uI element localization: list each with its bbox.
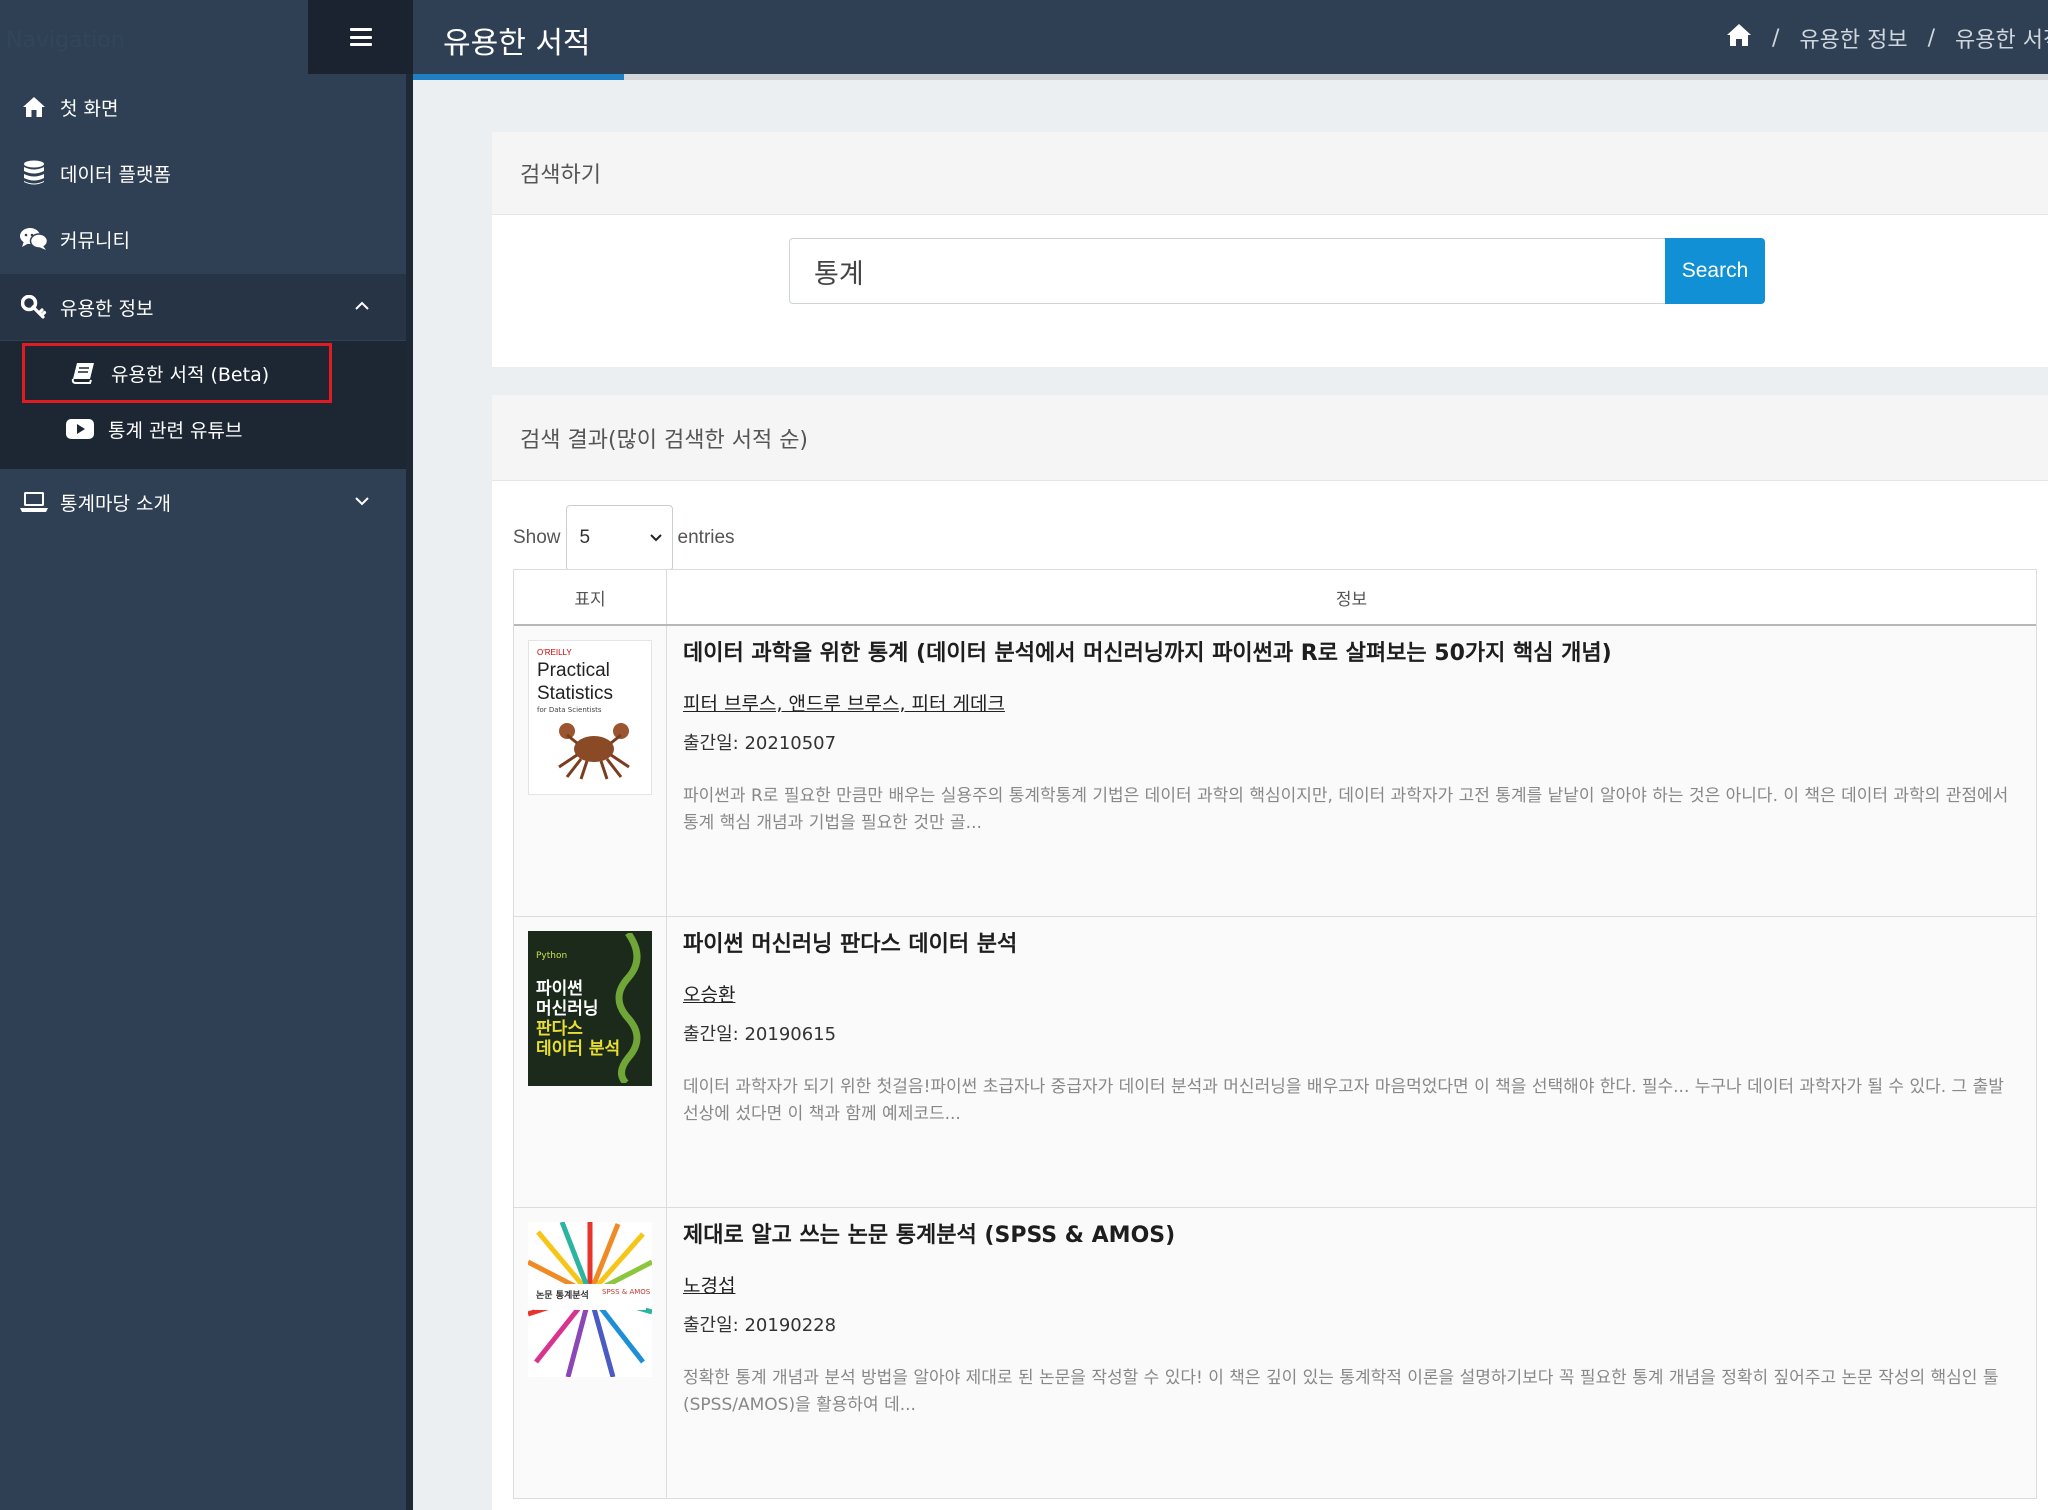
cover-cell: 논문 통계분석 SPSS & AMOS	[514, 1208, 667, 1498]
book-cover-image[interactable]: O'REILLY Practical Statistics for Data S…	[528, 640, 652, 795]
book-icon	[69, 360, 97, 386]
book-authors-link[interactable]: 노경섭	[683, 1273, 2018, 1299]
sidebar: Navigation 첫 화면 데이터 플랫폼 커뮤니티 유용한 정보 유용한 …	[0, 0, 413, 1510]
book-publish-date: 출간일: 20190615	[683, 1024, 837, 1045]
sidebar-item-community[interactable]: 커뮤니티	[0, 206, 406, 272]
sidebar-item-label: 커뮤니티	[60, 229, 130, 252]
info-cell: 데이터 과학을 위한 통계 (데이터 분석에서 머신러닝까지 파이썬과 R로 살…	[667, 626, 2036, 916]
sidebar-item-label: 유용한 정보	[60, 297, 154, 320]
book-publish-date: 출간일: 20210507	[683, 733, 837, 754]
table-row: Python 파이썬 머신러닝 판다스 데이터 분석 파이썬 머신러닝 판다스 …	[514, 917, 2036, 1208]
page-title: 유용한 서적	[443, 26, 591, 61]
database-icon	[20, 159, 48, 187]
snake-illustration	[615, 933, 641, 1083]
sidebar-item-useful-info[interactable]: 유용한 정보	[0, 274, 406, 340]
chevron-down-icon	[355, 497, 369, 506]
sidebar-item-about[interactable]: 통계마당 소개	[0, 469, 406, 535]
cover-tag: SPSS & AMOS	[602, 1288, 651, 1296]
book-authors-link[interactable]: 오승환	[683, 982, 2018, 1008]
home-icon[interactable]	[1726, 23, 1752, 53]
breadcrumb-separator: /	[1927, 25, 1936, 51]
cover-title: 논문 통계분석	[536, 1291, 589, 1301]
header-divider	[624, 74, 2048, 80]
table-row: O'REILLY Practical Statistics for Data S…	[514, 626, 2036, 917]
sidebar-item-data-platform[interactable]: 데이터 플랫폼	[0, 140, 406, 206]
cover-publisher: O'REILLY	[537, 648, 572, 657]
nav-brand: Navigation	[6, 28, 125, 53]
cover-title-line: Statistics	[537, 683, 614, 704]
top-header: 유용한 서적 / 유용한 정보 / 유용한 서적	[413, 0, 2048, 80]
laptop-icon	[20, 488, 48, 516]
sidebar-item-label: 데이터 플랫폼	[60, 163, 171, 186]
cover-cell: O'REILLY Practical Statistics for Data S…	[514, 626, 667, 916]
search-card-title: 검색하기	[492, 132, 2048, 215]
book-description: 파이썬과 R로 필요한 만큼만 배우는 실용주의 통계학통계 기법은 데이터 과…	[683, 786, 2009, 833]
entries-select-value: 5	[579, 527, 591, 548]
book-cover-image[interactable]: 논문 통계분석 SPSS & AMOS	[528, 1222, 652, 1377]
entries-length-control: Show 5 entries	[513, 505, 735, 571]
breadcrumb: / 유용한 정보 / 유용한 서적	[1726, 22, 2048, 54]
sidebar-subitem-stats-youtube[interactable]: 통계 관련 유튜브	[22, 399, 332, 459]
results-table: 표지 정보 O'REILLY Practical Statistics for …	[513, 569, 2037, 1499]
search-form: Search	[789, 238, 1765, 304]
youtube-icon	[66, 416, 94, 442]
table-header: 표지 정보	[514, 570, 2036, 626]
entries-select[interactable]: 5	[565, 505, 673, 571]
hamburger-menu-button[interactable]	[308, 0, 413, 74]
column-header-info[interactable]: 정보	[667, 570, 2036, 624]
info-cell: 제대로 알고 쓰는 논문 통계분석 (SPSS & AMOS) 노경섭 출간일:…	[667, 1208, 2036, 1498]
hamburger-icon	[349, 28, 372, 46]
column-header-cover[interactable]: 표지	[514, 570, 667, 624]
breadcrumb-item-current: 유용한 서적	[1955, 28, 2048, 53]
key-icon	[20, 293, 48, 321]
chat-bubbles-icon	[20, 225, 48, 253]
book-description: 데이터 과학자가 되기 위한 첫걸음!파이썬 초급자나 중급자가 데이터 분석과…	[683, 1077, 2004, 1124]
breadcrumb-separator: /	[1772, 25, 1780, 51]
title-underline	[413, 74, 624, 80]
entries-label: entries	[677, 527, 735, 548]
sidebar-item-label: 통계마당 소개	[60, 492, 171, 515]
sidebar-subitem-label: 유용한 서적 (Beta)	[111, 363, 270, 386]
results-card: 검색 결과(많이 검색한 서적 순) Show 5 entries 표지 정보 …	[492, 395, 2048, 1510]
search-button[interactable]: Search	[1665, 238, 1765, 304]
sidebar-edge	[406, 0, 413, 1510]
book-title: 파이썬 머신러닝 판다스 데이터 분석	[683, 932, 1018, 957]
cover-cell: Python 파이썬 머신러닝 판다스 데이터 분석	[514, 917, 667, 1207]
search-input[interactable]	[789, 238, 1665, 304]
book-cover-image[interactable]: Python 파이썬 머신러닝 판다스 데이터 분석	[528, 931, 652, 1086]
breadcrumb-item-useful-info[interactable]: 유용한 정보	[1799, 22, 1907, 54]
cover-title-line: Practical	[537, 660, 610, 681]
results-card-title: 검색 결과(많이 검색한 서적 순)	[492, 395, 2048, 481]
sidebar-subitem-useful-books[interactable]: 유용한 서적 (Beta)	[22, 343, 332, 403]
submenu-useful-info: 유용한 서적 (Beta) 통계 관련 유튜브	[0, 341, 406, 469]
sidebar-item-label: 첫 화면	[60, 97, 119, 120]
show-label: Show	[513, 527, 561, 548]
sidebar-item-home[interactable]: 첫 화면	[0, 74, 406, 140]
table-row: 논문 통계분석 SPSS & AMOS 제대로 알고 쓰는 논문 통계분석 (S…	[514, 1208, 2036, 1499]
chevron-down-icon	[649, 534, 662, 542]
book-authors-link[interactable]: 피터 브루스, 앤드루 브루스, 피터 게데크	[683, 691, 2018, 717]
book-publish-date: 출간일: 20190228	[683, 1315, 837, 1336]
chevron-up-icon	[355, 301, 369, 310]
sidebar-subitem-label: 통계 관련 유튜브	[108, 419, 243, 442]
search-card: 검색하기 Search	[492, 132, 2048, 367]
book-description: 정확한 통계 개념과 분석 방법을 알아야 제대로 된 논문을 작성할 수 있다…	[683, 1368, 1999, 1415]
info-cell: 파이썬 머신러닝 판다스 데이터 분석 오승환 출간일: 20190615 데이…	[667, 917, 2036, 1207]
crab-illustration	[558, 723, 630, 780]
book-title: 제대로 알고 쓰는 논문 통계분석 (SPSS & AMOS)	[683, 1223, 1176, 1248]
home-icon	[20, 93, 48, 121]
book-title: 데이터 과학을 위한 통계 (데이터 분석에서 머신러닝까지 파이썬과 R로 살…	[683, 641, 1612, 666]
